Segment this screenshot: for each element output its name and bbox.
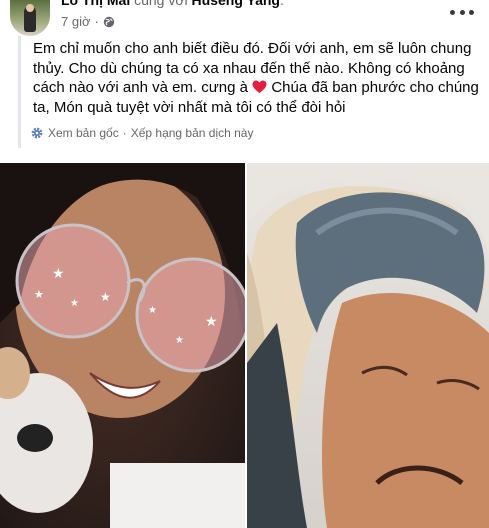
svg-text:★: ★ (148, 305, 157, 316)
dot-icon (450, 9, 455, 15)
more-options-icon[interactable] (450, 4, 474, 20)
gear-icon (31, 127, 43, 139)
post-meta: 7 giờ · (61, 14, 115, 29)
see-original-link[interactable]: Xem bản gốc (48, 126, 119, 140)
svg-text:★: ★ (205, 313, 218, 329)
translation-row: Xem bản gốc · Xếp hạng bản dịch này (30, 126, 253, 140)
translation-bar (18, 36, 21, 148)
tagged-user[interactable]: Huseng Yang (192, 0, 280, 8)
heart-icon (252, 80, 267, 94)
post-photo-right[interactable] (247, 163, 489, 528)
svg-text:★: ★ (52, 265, 65, 281)
svg-text:★: ★ (100, 290, 111, 304)
rate-translation-link[interactable]: Xếp hạng bản dịch này (131, 126, 254, 140)
author-name[interactable]: Lò Thị Mai (61, 0, 130, 8)
post-header: Lò Thị Mai cùng với Huseng Yang. 7 giờ · (0, 0, 489, 36)
svg-text:★: ★ (175, 335, 184, 346)
globe-icon[interactable] (103, 16, 115, 28)
dot-icon (469, 9, 474, 15)
meta-separator: · (94, 14, 99, 29)
svg-text:★: ★ (70, 298, 79, 309)
with-text: cùng với (134, 0, 188, 8)
post-text: Em chỉ muốn cho anh biết điều đó. Đối vớ… (33, 39, 483, 117)
post-time[interactable]: 7 giờ (61, 14, 91, 29)
period: . (279, 0, 284, 8)
photo-left-illustration: ★ ★ ★ ★ ★ ★ ★ (0, 163, 245, 528)
svg-text:★: ★ (34, 289, 44, 301)
author-avatar[interactable] (10, 0, 50, 36)
photo-right-illustration (247, 163, 489, 528)
author-line: Lò Thị Mai cùng với Huseng Yang. (61, 0, 284, 8)
avatar-face (26, 4, 34, 12)
post-photo-left[interactable]: ★ ★ ★ ★ ★ ★ ★ (0, 163, 245, 528)
dot-icon (459, 9, 465, 15)
translation-separator: · (122, 126, 127, 140)
